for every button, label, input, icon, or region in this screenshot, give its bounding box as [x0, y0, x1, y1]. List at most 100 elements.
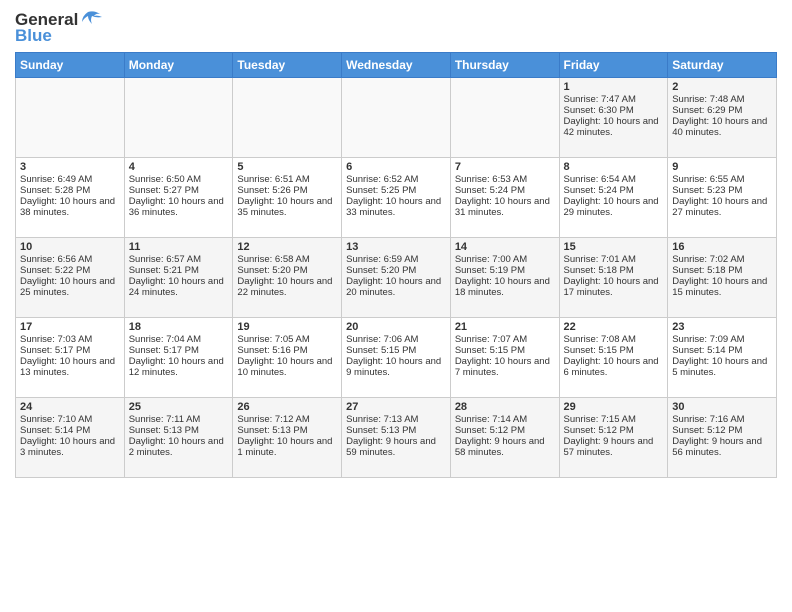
day-cell-3: 3Sunrise: 6:49 AMSunset: 5:28 PMDaylight… — [16, 158, 125, 238]
day-info: Sunrise: 7:16 AM — [672, 414, 772, 425]
weekday-header-monday: Monday — [124, 53, 233, 78]
day-info: Sunset: 6:30 PM — [564, 105, 664, 116]
empty-cell — [342, 78, 451, 158]
day-number: 18 — [129, 321, 229, 333]
day-cell-7: 7Sunrise: 6:53 AMSunset: 5:24 PMDaylight… — [450, 158, 559, 238]
empty-cell — [124, 78, 233, 158]
day-info: Sunset: 5:14 PM — [20, 425, 120, 436]
logo-bird-icon — [80, 10, 102, 28]
day-info: Sunset: 6:29 PM — [672, 105, 772, 116]
day-cell-21: 21Sunrise: 7:07 AMSunset: 5:15 PMDayligh… — [450, 318, 559, 398]
day-number: 23 — [672, 321, 772, 333]
day-number: 12 — [237, 241, 337, 253]
day-info: Sunrise: 7:14 AM — [455, 414, 555, 425]
day-cell-17: 17Sunrise: 7:03 AMSunset: 5:17 PMDayligh… — [16, 318, 125, 398]
day-info: Daylight: 10 hours and 12 minutes. — [129, 356, 229, 378]
day-number: 6 — [346, 161, 446, 173]
day-info: Daylight: 10 hours and 10 minutes. — [237, 356, 337, 378]
day-number: 29 — [564, 401, 664, 413]
day-number: 21 — [455, 321, 555, 333]
day-cell-14: 14Sunrise: 7:00 AMSunset: 5:19 PMDayligh… — [450, 238, 559, 318]
day-info: Sunrise: 6:56 AM — [20, 254, 120, 265]
day-info: Daylight: 10 hours and 15 minutes. — [672, 276, 772, 298]
day-cell-9: 9Sunrise: 6:55 AMSunset: 5:23 PMDaylight… — [668, 158, 777, 238]
day-info: Daylight: 10 hours and 9 minutes. — [346, 356, 446, 378]
day-info: Sunset: 5:12 PM — [564, 425, 664, 436]
day-info: Sunrise: 6:54 AM — [564, 174, 664, 185]
day-cell-29: 29Sunrise: 7:15 AMSunset: 5:12 PMDayligh… — [559, 398, 668, 478]
day-number: 26 — [237, 401, 337, 413]
day-info: Sunrise: 7:10 AM — [20, 414, 120, 425]
day-info: Sunrise: 7:09 AM — [672, 334, 772, 345]
day-info: Sunrise: 7:06 AM — [346, 334, 446, 345]
day-cell-11: 11Sunrise: 6:57 AMSunset: 5:21 PMDayligh… — [124, 238, 233, 318]
day-info: Sunrise: 6:59 AM — [346, 254, 446, 265]
empty-cell — [233, 78, 342, 158]
day-info: Sunrise: 6:52 AM — [346, 174, 446, 185]
weekday-header-friday: Friday — [559, 53, 668, 78]
day-info: Sunrise: 7:13 AM — [346, 414, 446, 425]
logo-blue-text: Blue — [15, 26, 52, 46]
week-row-5: 24Sunrise: 7:10 AMSunset: 5:14 PM Dayligh… — [16, 398, 777, 478]
day-info: Sunrise: 7:02 AM — [672, 254, 772, 265]
day-info: Sunset: 5:13 PM — [237, 425, 337, 436]
day-info: Sunset: 5:13 PM — [129, 425, 229, 436]
week-row-3: 10Sunrise: 6:56 AMSunset: 5:22 PM Dayligh… — [16, 238, 777, 318]
day-info: Daylight: 10 hours and 5 minutes. — [672, 356, 772, 378]
day-cell-26: 26Sunrise: 7:12 AMSunset: 5:13 PMDayligh… — [233, 398, 342, 478]
day-cell-23: 23Sunrise: 7:09 AMSunset: 5:14 PMDayligh… — [668, 318, 777, 398]
day-cell-15: 15Sunrise: 7:01 AMSunset: 5:18 PMDayligh… — [559, 238, 668, 318]
day-number: 10 — [20, 241, 120, 253]
day-info: Sunset: 5:27 PM — [129, 185, 229, 196]
day-number: 15 — [564, 241, 664, 253]
day-info: Sunset: 5:23 PM — [672, 185, 772, 196]
day-info: Daylight: 9 hours and 58 minutes. — [455, 436, 555, 458]
day-info: Sunset: 5:19 PM — [455, 265, 555, 276]
day-number: 7 — [455, 161, 555, 173]
day-info: Sunrise: 6:50 AM — [129, 174, 229, 185]
day-number: 4 — [129, 161, 229, 173]
day-info: Daylight: 10 hours and 20 minutes. — [346, 276, 446, 298]
day-cell-22: 22Sunrise: 7:08 AMSunset: 5:15 PMDayligh… — [559, 318, 668, 398]
weekday-header-tuesday: Tuesday — [233, 53, 342, 78]
day-cell-28: 28Sunrise: 7:14 AMSunset: 5:12 PMDayligh… — [450, 398, 559, 478]
day-info: Sunset: 5:22 PM — [20, 265, 120, 276]
day-info: Sunset: 5:14 PM — [672, 345, 772, 356]
day-cell-4: 4Sunrise: 6:50 AMSunset: 5:27 PMDaylight… — [124, 158, 233, 238]
day-number: 11 — [129, 241, 229, 253]
week-row-4: 17Sunrise: 7:03 AMSunset: 5:17 PMDayligh… — [16, 318, 777, 398]
day-info: Sunrise: 7:12 AM — [237, 414, 337, 425]
day-info: Sunrise: 7:01 AM — [564, 254, 664, 265]
day-info: Daylight: 9 hours and 59 minutes. — [346, 436, 446, 458]
day-info: Daylight: 10 hours and 13 minutes. — [20, 356, 120, 378]
day-info: Daylight: 10 hours and 42 minutes. — [564, 116, 664, 138]
day-info: Sunset: 5:18 PM — [672, 265, 772, 276]
day-info: Daylight: 10 hours and 29 minutes. — [564, 196, 664, 218]
day-info: Sunset: 5:17 PM — [129, 345, 229, 356]
day-info: Daylight: 10 hours and 1 minute. — [237, 436, 337, 458]
day-info: Sunset: 5:24 PM — [455, 185, 555, 196]
day-info: Daylight: 10 hours and 35 minutes. — [237, 196, 337, 218]
day-cell-10: 10Sunrise: 6:56 AMSunset: 5:22 PMDayligh… — [16, 238, 125, 318]
day-number: 2 — [672, 81, 772, 93]
day-info: Sunset: 5:24 PM — [564, 185, 664, 196]
day-info: Daylight: 10 hours and 6 minutes. — [564, 356, 664, 378]
day-info: Daylight: 9 hours and 56 minutes. — [672, 436, 772, 458]
day-number: 19 — [237, 321, 337, 333]
day-info: Daylight: 10 hours and 22 minutes. — [237, 276, 337, 298]
day-number: 24 — [20, 401, 120, 413]
day-info: Sunrise: 6:58 AM — [237, 254, 337, 265]
day-cell-20: 20Sunrise: 7:06 AMSunset: 5:15 PMDayligh… — [342, 318, 451, 398]
day-cell-30: 30Sunrise: 7:16 AMSunset: 5:12 PMDayligh… — [668, 398, 777, 478]
day-info: Sunrise: 7:11 AM — [129, 414, 229, 425]
day-info: Sunrise: 7:08 AM — [564, 334, 664, 345]
day-cell-25: 25Sunrise: 7:11 AMSunset: 5:13 PMDayligh… — [124, 398, 233, 478]
day-number: 28 — [455, 401, 555, 413]
day-number: 30 — [672, 401, 772, 413]
day-info: Sunset: 5:20 PM — [346, 265, 446, 276]
day-number: 3 — [20, 161, 120, 173]
day-info: Daylight: 10 hours and 38 minutes. — [20, 196, 120, 218]
day-number: 8 — [564, 161, 664, 173]
day-info: Sunrise: 7:00 AM — [455, 254, 555, 265]
day-info: Sunset: 5:20 PM — [237, 265, 337, 276]
